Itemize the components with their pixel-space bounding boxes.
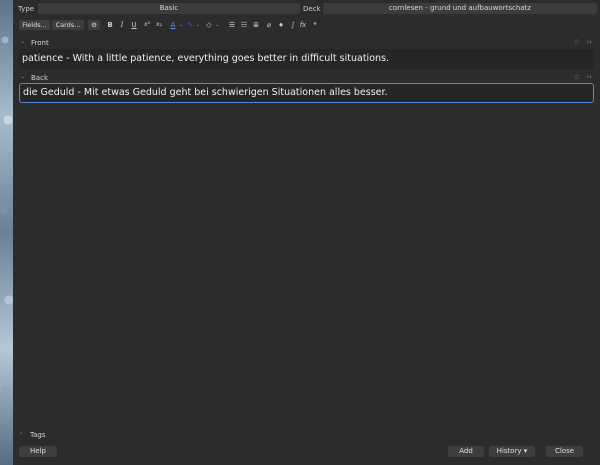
deck-label: Deck: [303, 5, 321, 13]
collapse-icon[interactable]: ⌄: [20, 73, 25, 80]
deck-selector[interactable]: cornlesen - grund und aufbauwortschatz: [323, 3, 597, 14]
bold-icon[interactable]: B: [105, 20, 115, 30]
close-button[interactable]: Close: [546, 446, 583, 457]
desktop-wallpaper: [0, 0, 13, 465]
field-header-back[interactable]: ⌄ Back ☆ ‹›: [20, 73, 592, 83]
fields-button[interactable]: Fields...: [19, 20, 50, 30]
field-label-back: Back: [31, 74, 48, 82]
back-field-editor[interactable]: die Geduld - Mit etwas Geduld geht bei s…: [19, 83, 594, 103]
editor-toolbar: Fields... Cards... ⚙ B I U x² x₂ A ⌄ ✎ ⌄…: [19, 20, 319, 31]
more-icon[interactable]: ⯆: [310, 20, 320, 30]
gear-icon[interactable]: ⚙: [88, 20, 100, 30]
type-label: Type: [18, 5, 35, 13]
indent-icon[interactable]: ≣: [251, 20, 261, 30]
note-type-deck-bar: Type Basic Deck cornlesen - grund und au…: [13, 3, 600, 15]
help-button[interactable]: Help: [19, 446, 57, 457]
add-note-window: Type Basic Deck cornlesen - grund und au…: [13, 0, 600, 465]
history-button[interactable]: History ▾: [489, 446, 535, 457]
mathjax-icon[interactable]: ∫: [288, 20, 298, 30]
add-button[interactable]: Add: [448, 446, 484, 457]
subscript-icon[interactable]: x₂: [154, 20, 164, 30]
front-field-editor[interactable]: patience - With a little patience, every…: [19, 49, 594, 69]
pin-icon[interactable]: ☆: [574, 38, 580, 46]
html-toggle-icon[interactable]: ‹›: [586, 38, 592, 46]
field-label-front: Front: [31, 39, 49, 47]
cards-button[interactable]: Cards...: [52, 20, 84, 30]
field-header-front[interactable]: ⌄ Front ☆ ‹›: [20, 38, 592, 48]
pin-icon[interactable]: ☆: [574, 73, 580, 81]
collapse-icon[interactable]: ⌄: [20, 38, 25, 45]
chevron-down-icon[interactable]: ⌄: [212, 20, 222, 30]
underline-icon[interactable]: U: [129, 20, 139, 30]
unordered-list-icon[interactable]: ☰: [227, 20, 237, 30]
tags-label: Tags: [30, 431, 46, 439]
html-toggle-icon[interactable]: ‹›: [586, 73, 592, 81]
expand-icon[interactable]: ›: [20, 430, 22, 437]
microphone-icon[interactable]: ⏺: [276, 20, 286, 30]
note-type-selector[interactable]: Basic: [38, 3, 300, 14]
paperclip-icon[interactable]: ⌀: [264, 20, 274, 30]
ordered-list-icon[interactable]: ☷: [239, 20, 249, 30]
superscript-icon[interactable]: x²: [142, 20, 152, 30]
function-icon[interactable]: fx: [298, 20, 308, 30]
italic-icon[interactable]: I: [117, 20, 127, 30]
chevron-down-icon[interactable]: ⌄: [193, 20, 203, 30]
